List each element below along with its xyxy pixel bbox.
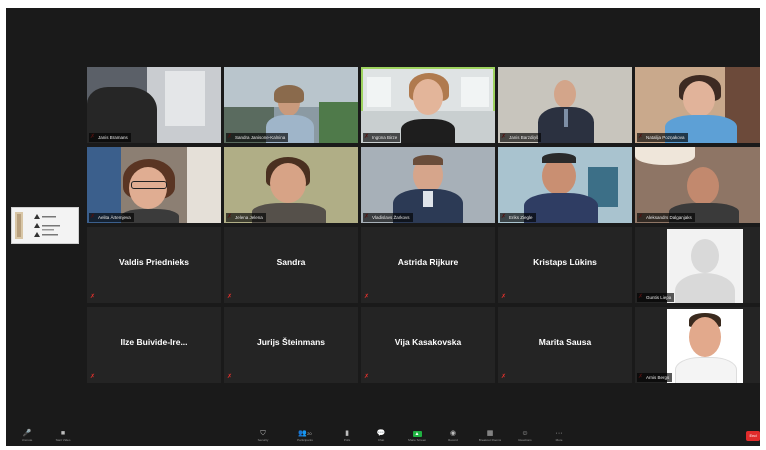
record-icon: ◉ (449, 430, 457, 437)
meeting-controls-toolbar: 🎤 Unmute ■ Start Video ⛉ Security 👥20 Pa… (6, 428, 760, 446)
participant-video-tile-active-speaker[interactable]: ✗ Ingūna Birze (361, 67, 495, 143)
participant-name-tile[interactable]: Ilze Buivide-Ire... ✗ (87, 307, 221, 383)
participant-display-name: Kristaps Lūkins (533, 257, 597, 267)
participant-name-label: Eriks Ziegle (500, 213, 536, 222)
participant-profile-photo (667, 309, 743, 383)
participant-video-tile[interactable]: ✗ Janis Bramans (87, 67, 221, 143)
participant-name-label: Ingūna Birze (363, 133, 401, 142)
participant-name-tile[interactable]: Valdis Priednieks ✗ (87, 227, 221, 303)
participant-video-tile[interactable]: ✗ Natalija Pozņakova (635, 67, 760, 143)
participant-name-tile[interactable]: Vija Kasakovska ✗ (361, 307, 495, 383)
reactions-button[interactable]: ☺ Reactions (512, 429, 538, 445)
gallery-grid: ✗ Janis Bramans ✗ Sandra Janisone-Kalnin… (87, 67, 760, 385)
participant-name-tile[interactable]: Astrida Rijkure ✗ (361, 227, 495, 303)
participant-name-label: Janis Barzdiņš (500, 133, 542, 142)
participant-display-name: Vija Kasakovska (394, 337, 462, 347)
participant-name-label: Janis Bramans (89, 133, 131, 142)
mic-muted-icon: ✗ (363, 294, 370, 300)
participant-video-tile[interactable]: ✗ Aleksandrs Dalganjaks (635, 147, 760, 223)
participants-icon: 👥 (298, 430, 308, 437)
mic-muted-icon: ✗ (363, 374, 370, 380)
participant-display-name: Astrida Rijkure (397, 257, 459, 267)
participant-name-tile[interactable]: Jurijs Šteinmans ✗ (224, 307, 358, 383)
zoom-meeting-window: ✗ Janis Bramans ✗ Sandra Janisone-Kalnin… (6, 8, 760, 446)
default-avatar-icon (667, 229, 743, 303)
participant-name-label: Sandra Janisone-Kalnina (226, 133, 289, 142)
participant-name-tile[interactable]: Kristaps Lūkins ✗ (498, 227, 632, 303)
breakout-rooms-button[interactable]: ▦ Breakout Rooms (474, 429, 506, 445)
chat-icon: 💬 (376, 430, 386, 437)
participants-count: 20 (307, 431, 312, 436)
participant-name-label: Jelena Jelena (226, 213, 266, 222)
document-preview-icon (15, 212, 60, 239)
participant-video-tile[interactable]: ✗ Vladislavs Žarkovs (361, 147, 495, 223)
participant-display-name: Jurijs Šteinmans (256, 337, 326, 347)
participants-button[interactable]: 👥20 Participants (288, 429, 322, 445)
participant-display-name: Marita Sausa (538, 337, 592, 347)
share-screen-icon: ▲ (412, 431, 422, 437)
participant-name-label: Arnis Bergs (637, 373, 673, 382)
mic-muted-icon: ✗ (89, 374, 96, 380)
video-camera-icon: ■ (60, 430, 66, 437)
unmute-button[interactable]: 🎤 Unmute (14, 429, 40, 445)
participant-name-label: Aelita Ārtemjeva (89, 213, 134, 222)
participant-display-name: Sandra (276, 257, 306, 267)
security-button[interactable]: ⛉ Security (250, 429, 276, 445)
microphone-icon: 🎤 (22, 430, 32, 437)
mic-muted-icon: ✗ (89, 294, 96, 300)
participant-display-name: Valdis Priednieks (119, 257, 189, 267)
mic-muted-icon: ✗ (226, 374, 233, 380)
mic-muted-icon: ✗ (226, 294, 233, 300)
participant-video-tile[interactable]: ✗ Sandra Janisone-Kalnina (224, 67, 358, 143)
mic-muted-icon: ✗ (500, 294, 507, 300)
participant-video-tile[interactable]: ✗ Jelena Jelena (224, 147, 358, 223)
more-icon: ··· (555, 430, 563, 437)
participant-name-tile[interactable]: Sandra ✗ (224, 227, 358, 303)
shared-document-thumbnail[interactable] (11, 207, 79, 244)
participant-avatar-tile[interactable]: ✗ Guntis Liepa (635, 227, 760, 303)
participant-name-label: Vladislavs Žarkovs (363, 213, 413, 222)
record-button[interactable]: ◉ Record (440, 429, 466, 445)
participant-display-name: Ilze Buivide-Ire... (120, 337, 188, 347)
shield-icon: ⛉ (260, 430, 266, 437)
participant-video-tile[interactable]: ✗ Aelita Ārtemjeva (87, 147, 221, 223)
participant-name-label: Natalija Pozņakova (637, 133, 688, 142)
participant-name-label: Guntis Liepa (637, 293, 675, 302)
mic-muted-icon: ✗ (500, 374, 507, 380)
participant-video-tile[interactable]: ✗ Janis Barzdiņš (498, 67, 632, 143)
polls-button[interactable]: ▮ Polls (334, 429, 360, 445)
participant-video-tile[interactable]: ✗ Eriks Ziegle (498, 147, 632, 223)
end-meeting-button[interactable]: End (746, 431, 760, 441)
participant-name-label: Aleksandrs Dalganjaks (637, 213, 695, 222)
reactions-icon: ☺ (521, 430, 529, 437)
more-button[interactable]: ··· More (546, 429, 572, 445)
chat-button[interactable]: 💬 Chat (368, 429, 394, 445)
share-screen-button[interactable]: ▲ Share Screen (402, 429, 432, 445)
start-video-button[interactable]: ■ Start Video (50, 429, 76, 445)
participant-name-tile[interactable]: Marita Sausa ✗ (498, 307, 632, 383)
polls-icon: ▮ (345, 430, 349, 437)
participant-photo-tile[interactable]: ✗ Arnis Bergs (635, 307, 760, 383)
breakout-rooms-icon: ▦ (486, 430, 494, 437)
